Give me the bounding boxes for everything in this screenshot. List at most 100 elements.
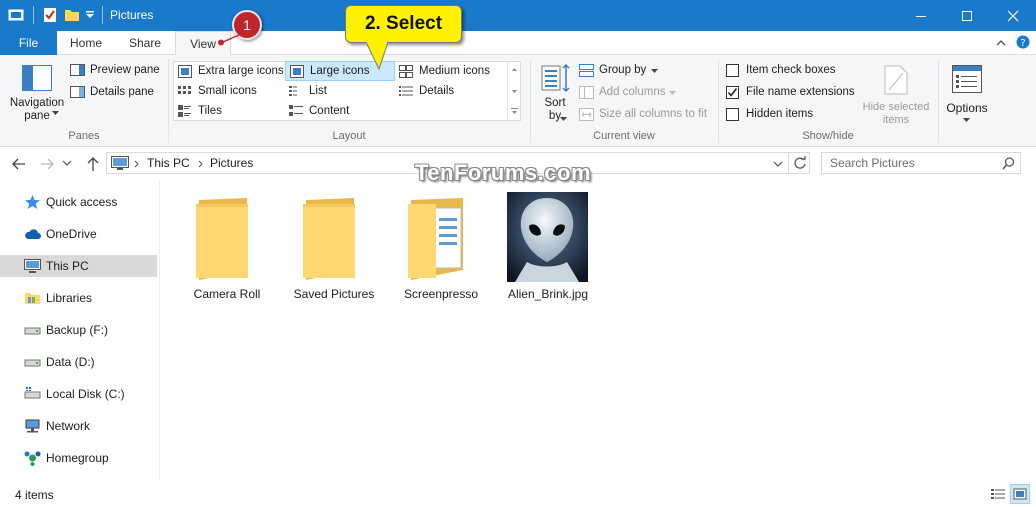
item-check-boxes-option[interactable]: Item check boxes bbox=[726, 63, 856, 79]
hidden-items-checkbox[interactable] bbox=[726, 108, 739, 121]
sidebar-item-label: Homegroup bbox=[46, 451, 109, 465]
navigation-pane-button[interactable]: Navigation pane bbox=[6, 59, 68, 129]
group-by-button[interactable]: Group by bbox=[579, 62, 699, 80]
details-view-icon[interactable] bbox=[989, 486, 1007, 502]
add-columns-button[interactable]: Add columns bbox=[579, 84, 699, 102]
large-icons-view-icon[interactable] bbox=[1010, 484, 1030, 504]
sidebar-item-libraries[interactable]: Libraries bbox=[0, 287, 157, 309]
item-check-boxes-checkbox[interactable] bbox=[726, 64, 739, 77]
layout-item-label: Large icons bbox=[310, 65, 370, 77]
search-icon bbox=[1002, 157, 1015, 170]
dropdown-arrow-icon bbox=[560, 117, 567, 122]
search-input[interactable]: Search Pictures bbox=[821, 152, 1021, 174]
medium-icons-icon bbox=[399, 65, 413, 78]
details-icon bbox=[399, 85, 413, 98]
breadcrumb-separator-icon bbox=[198, 160, 204, 168]
sidebar-item-quick-access[interactable]: Quick access bbox=[0, 191, 157, 213]
preview-pane-button[interactable]: Preview pane bbox=[70, 62, 165, 80]
dropdown-arrow-icon bbox=[963, 118, 970, 123]
tiles-icon bbox=[178, 105, 192, 118]
drive-icon bbox=[24, 354, 41, 370]
folder-with-files-icon bbox=[407, 198, 467, 280]
layout-item-label: Content bbox=[309, 105, 350, 117]
sidebar-item-backup-f[interactable]: Backup (F:) bbox=[0, 319, 157, 341]
sidebar-item-this-pc[interactable]: This PC bbox=[0, 255, 157, 277]
options-icon bbox=[952, 65, 982, 93]
star-icon bbox=[24, 194, 41, 210]
tab-share[interactable]: Share bbox=[117, 31, 173, 55]
layout-content[interactable]: Content bbox=[285, 102, 395, 121]
layout-tiles[interactable]: Tiles bbox=[174, 102, 284, 121]
homegroup-icon bbox=[24, 450, 41, 466]
layout-item-label: Small icons bbox=[198, 85, 257, 97]
chevron-up-icon[interactable] bbox=[996, 38, 1006, 48]
sort-by-button[interactable]: Sort by bbox=[538, 59, 572, 129]
help-icon[interactable]: ? bbox=[1016, 35, 1030, 49]
navigation-pane-icon bbox=[22, 65, 52, 91]
current-view-group-label: Current view bbox=[593, 130, 655, 142]
breadcrumb-this-pc[interactable]: This PC bbox=[147, 156, 190, 170]
sidebar-item-network[interactable]: Network bbox=[0, 415, 157, 437]
details-pane-label: Details pane bbox=[90, 86, 154, 98]
sidebar-item-data-d[interactable]: Data (D:) bbox=[0, 351, 157, 373]
tab-file[interactable]: File bbox=[0, 31, 57, 55]
layout-small-icons[interactable]: Small icons bbox=[174, 82, 284, 101]
size-all-columns-label: Size all columns to fit bbox=[599, 108, 708, 120]
item-check-boxes-label: Item check boxes bbox=[746, 64, 836, 76]
group-by-label: Group by bbox=[599, 64, 647, 76]
forward-arrow-icon[interactable] bbox=[38, 155, 56, 173]
small-icons-icon bbox=[178, 85, 192, 98]
breadcrumb-pictures[interactable]: Pictures bbox=[210, 156, 253, 170]
list-icon bbox=[289, 85, 303, 98]
content-icon bbox=[289, 105, 303, 118]
sort-icon bbox=[541, 63, 571, 93]
hidden-items-label: Hidden items bbox=[746, 108, 814, 120]
layout-list[interactable]: List bbox=[285, 82, 395, 101]
close-button[interactable] bbox=[990, 0, 1036, 31]
up-arrow-icon[interactable] bbox=[84, 155, 102, 173]
ribbon: Navigation pane Preview pane Details pan… bbox=[0, 55, 1036, 147]
drive-icon bbox=[24, 322, 41, 338]
address-dropdown-icon[interactable] bbox=[773, 160, 783, 168]
file-name-extensions-checkbox[interactable] bbox=[726, 86, 739, 99]
step-2-callout: 2. Select bbox=[345, 5, 462, 43]
sidebar-item-homegroup[interactable]: Homegroup bbox=[0, 447, 157, 469]
sidebar-item-onedrive[interactable]: OneDrive bbox=[0, 223, 157, 245]
tab-home[interactable]: Home bbox=[60, 31, 112, 55]
sidebar-item-label: Libraries bbox=[46, 291, 93, 305]
file-name-extensions-option[interactable]: File name extensions bbox=[726, 85, 856, 101]
hide-selected-items-button[interactable]: Hide selected items bbox=[858, 59, 934, 129]
details-pane-button[interactable]: Details pane bbox=[70, 84, 165, 102]
back-arrow-icon[interactable] bbox=[10, 155, 28, 173]
layout-group-label: Layout bbox=[332, 130, 366, 142]
sidebar-item-label: Data (D:) bbox=[46, 355, 95, 369]
layout-details[interactable]: Details bbox=[395, 82, 517, 101]
layout-medium-icons[interactable]: Medium icons bbox=[395, 62, 517, 81]
size-all-columns-button[interactable]: Size all columns to fit bbox=[579, 106, 719, 124]
explorer-icon[interactable] bbox=[8, 7, 24, 23]
layout-extra-large-icons[interactable]: Extra large icons bbox=[174, 62, 284, 81]
onedrive-cloud-icon bbox=[24, 226, 41, 242]
layout-item-label: Tiles bbox=[198, 105, 222, 117]
refresh-icon[interactable] bbox=[793, 156, 807, 170]
customize-toolbar-icon[interactable] bbox=[85, 10, 95, 20]
navigation-pane: Quick access OneDrive This PC Libraries … bbox=[0, 180, 160, 480]
sidebar-item-label: Quick access bbox=[46, 195, 118, 209]
options-button[interactable]: Options bbox=[942, 59, 992, 129]
properties-icon[interactable] bbox=[42, 7, 58, 23]
dropdown-arrow-icon bbox=[669, 91, 676, 96]
options-label: Options bbox=[946, 101, 988, 115]
layout-item-label: Details bbox=[419, 85, 455, 97]
navigation-pane-label: Navigation pane bbox=[9, 97, 65, 122]
maximize-button[interactable] bbox=[944, 0, 990, 31]
new-folder-icon[interactable] bbox=[64, 7, 80, 23]
minimize-button[interactable] bbox=[898, 0, 944, 31]
layout-scrollbar[interactable] bbox=[507, 62, 520, 120]
recent-locations-icon[interactable] bbox=[62, 159, 72, 177]
hidden-items-option[interactable]: Hidden items bbox=[726, 107, 856, 123]
libraries-icon bbox=[24, 290, 41, 306]
details-pane-icon bbox=[70, 86, 85, 98]
item-count: 4 items bbox=[15, 488, 54, 502]
sidebar-item-local-disk-c[interactable]: Local Disk (C:) bbox=[0, 383, 157, 405]
status-bar: 4 items bbox=[0, 482, 1036, 507]
